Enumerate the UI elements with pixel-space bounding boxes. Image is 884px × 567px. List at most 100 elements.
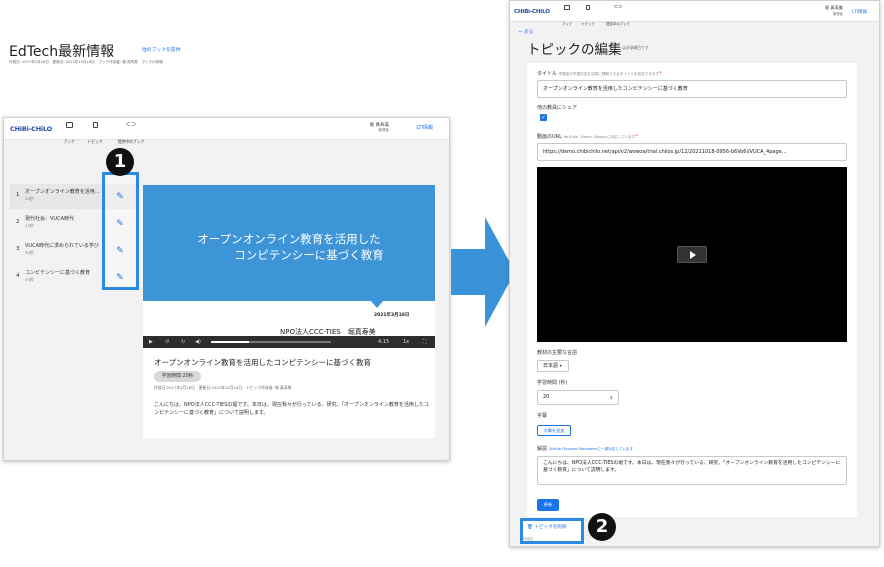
edit-topic-pencil-icon[interactable]: ✎ — [115, 192, 125, 202]
user-role: 管理者 — [832, 12, 843, 16]
slide-title-line: コンピテンシーに基づく教育 — [234, 248, 384, 262]
lti-info-link[interactable]: LTI情報 — [852, 9, 867, 15]
slide-date: 2021年3月18日 — [374, 313, 410, 318]
nav-topic[interactable]: トピック — [580, 5, 596, 29]
back-link[interactable]: ← 戻る — [519, 29, 533, 35]
rewind-icon[interactable]: ↺ — [165, 339, 169, 345]
duration-value: 20 — [543, 394, 550, 400]
language-label: 教材の主要な言語 — [537, 350, 578, 356]
nav-label: 提供中のブック — [117, 139, 145, 144]
footer-text: 作成日 — [523, 537, 534, 541]
link-icon: ⊂⊃ — [125, 121, 137, 128]
play-button-icon[interactable] — [677, 246, 707, 263]
volume-icon[interactable]: ◀) — [195, 339, 201, 345]
topic-duration: 30秒 — [25, 250, 34, 255]
slide-title-line: オープンオンライン教育を活用した — [197, 232, 381, 246]
app-header: CHiBi-CHiLO ブック トピック ⊂⊃ 提供中のブック 堀 真寿美 管理… — [510, 1, 879, 26]
topic-number: 2 — [16, 219, 20, 225]
user-role: 管理者 — [378, 128, 389, 132]
user-menu[interactable]: 堀 真寿美 管理者 — [370, 122, 389, 133]
topic-title: オープンオンライン教育を活用… — [25, 189, 100, 195]
title-label: タイトル 学習者が学習内容を容易に理解できるタイトルを設定できます* — [537, 71, 662, 77]
topic-title: コンピテンシーに基づく教育 — [25, 270, 91, 276]
book-icon — [564, 5, 570, 10]
markdown-hint[interactable]: GitHub Flavored Markdownに一部対応しています — [549, 447, 634, 451]
edit-topic-pencil-icon[interactable]: ✎ — [115, 273, 125, 283]
required-note: * は必須項目です — [619, 45, 649, 50]
label-text: タイトル — [537, 71, 558, 77]
nav-provided-books[interactable]: ⊂⊃ 提供中のブック — [602, 5, 634, 29]
topic-number: 3 — [16, 246, 20, 252]
lti-info-link[interactable]: LTI情報 — [416, 124, 433, 131]
share-checkbox[interactable]: ✓ — [540, 114, 547, 121]
video-description: こんにちは、NPO法人CCC-TIESの堀です。本日は、現在我々が行っている、研… — [154, 402, 429, 416]
fullscreen-icon[interactable]: ⛶ — [423, 339, 427, 345]
duration-input[interactable]: 20 ⇕ — [537, 390, 619, 405]
topic-icon — [92, 122, 98, 128]
topic-number: 1 — [16, 192, 20, 198]
add-subtitle-button[interactable]: 字幕を追加 — [537, 425, 571, 436]
url-hint: YouTube, Vimeo, Wowzaに対応しています — [563, 135, 636, 139]
nav-label: ブック — [561, 22, 573, 26]
topic-title: VUCA時代に求められている学び — [25, 243, 99, 249]
forward-icon[interactable]: ↻ — [181, 339, 185, 345]
page-title: トピックの編集 — [527, 42, 622, 58]
book-title: EdTech最新情報 — [9, 44, 115, 60]
player-time: 4:15 — [378, 339, 390, 345]
user-menu[interactable]: 堀 真寿美 管理者 — [825, 5, 843, 16]
play-icon[interactable]: ▶ — [149, 339, 153, 345]
edit-topic-pencil-icon[interactable]: ✎ — [115, 219, 125, 229]
description-textarea[interactable]: こんにちは、NPO法人CCC-TIESの堀です。本日は、現在我々が行っている、研… — [537, 456, 847, 485]
topic-duration: 20秒 — [25, 196, 34, 201]
duration-chip: 学習時間 20秒 — [154, 371, 201, 382]
language-select[interactable]: 日本語 ▾ — [537, 360, 569, 372]
nav-topic[interactable]: トピック — [86, 122, 104, 147]
edit-topic-pencil-icon[interactable]: ✎ — [115, 246, 125, 256]
speed-button[interactable]: 1x — [403, 339, 409, 345]
label-text: 解説 — [537, 446, 548, 452]
delete-topic-button[interactable]: 🗑 トピックを削除 — [527, 524, 566, 530]
duration-label: 学習時間 (秒) — [537, 380, 568, 386]
share-label: 他の教員にシェア — [537, 105, 578, 111]
nav-provided-books[interactable]: ⊂⊃ 提供中のブック — [113, 122, 149, 147]
slide-pointer — [370, 300, 384, 308]
player-controls: ▶ ↺ ↻ ◀) 4:15 1x ⛶ — [143, 336, 435, 348]
video-dates: 作成日:2017年2月16日 更新日:2021年10月18日 トピック作成者: … — [154, 385, 292, 390]
title-hint: 学習者が学習内容を容易に理解できるタイトルを設定できます — [558, 72, 660, 76]
title-input[interactable]: オープンオンライン教育を活用したコンピテンシーに基づく教育 — [537, 80, 847, 98]
description-label: 解説 GitHub Flavored Markdownに一部対応しています — [537, 445, 633, 452]
step-badge-2: 2 — [588, 513, 616, 541]
video-url-input[interactable]: https://demo.chibichilo.net/api/v2/wowza… — [537, 143, 847, 161]
topic-number: 4 — [16, 273, 20, 279]
topic-duration: 13秒 — [25, 223, 34, 228]
topic-title: 現代社会：VUCA時代 — [25, 216, 74, 222]
label-text: 動画のURL — [537, 134, 562, 140]
book-icon — [65, 122, 73, 128]
nav-book[interactable]: ブック — [62, 122, 76, 147]
nav-book[interactable]: ブック — [560, 5, 574, 29]
app-header: CHiBi-CHiLO ブック トピック ⊂⊃ 提供中のブック 堀 真寿美 管理… — [4, 118, 449, 144]
nav-label: ブック — [63, 139, 75, 144]
nav-label: 提供中のブック — [606, 22, 630, 26]
video-url-label: 動画のURL YouTube, Vimeo, Wowzaに対応しています* — [537, 134, 638, 140]
step-badge-1: 1 — [106, 148, 134, 176]
language-value: 日本語 — [543, 363, 559, 369]
chevron-down-icon: ▾ — [559, 363, 562, 368]
update-button[interactable]: 更新 — [537, 499, 559, 511]
topic-duration: 43秒 — [25, 277, 34, 282]
stepper-icon[interactable]: ⇕ — [610, 391, 613, 404]
book-meta: 作成日: 2017年2月16日 更新日: 2021年10月18日 ブック作成者:… — [9, 60, 163, 64]
link-icon: ⊂⊃ — [613, 4, 623, 10]
slide-title: オープンオンライン教育を活用した コンピテンシーに基づく教育 — [143, 231, 435, 263]
share-book-link[interactable]: 他のブックを提供 — [142, 46, 180, 53]
nav-label: トピック — [87, 139, 103, 144]
subtitle-label: 字幕 — [537, 413, 548, 419]
trash-icon: 🗑 — [527, 525, 533, 530]
app-logo[interactable]: CHiBi-CHiLO — [514, 9, 550, 15]
seek-progress — [211, 341, 249, 343]
delete-topic-label: トピックを削除 — [534, 525, 567, 530]
app-logo[interactable]: CHiBi-CHiLO — [10, 125, 52, 133]
nav-label: トピック — [581, 22, 595, 26]
flow-arrow-icon — [451, 217, 515, 327]
video-title: オープンオンライン教育を活用したコンピテンシーに基づく教育 — [154, 358, 372, 367]
